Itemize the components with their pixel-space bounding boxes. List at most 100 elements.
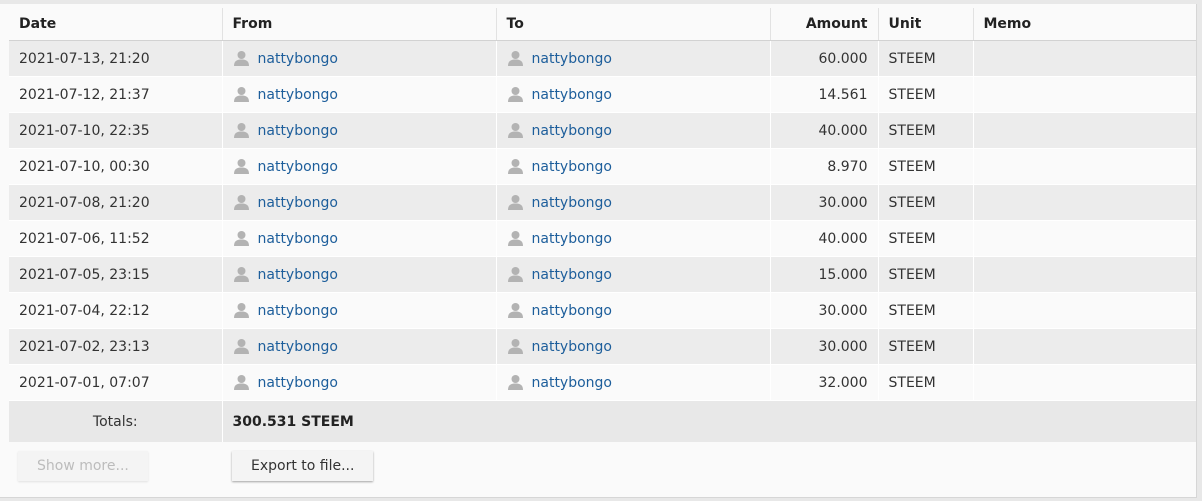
amount-text: 32.000	[818, 374, 868, 391]
cell-date: 2021-07-02, 23:13	[9, 328, 223, 365]
unit-text: STEEM	[888, 338, 936, 355]
to-user-link[interactable]: nattybongo	[532, 375, 613, 391]
cell-date: 2021-07-10, 22:35	[9, 112, 223, 149]
to-user: nattybongo	[507, 266, 760, 283]
from-user-link[interactable]: nattybongo	[258, 195, 339, 211]
column-header-date[interactable]: Date	[9, 8, 223, 41]
cell-from: nattybongo	[222, 256, 497, 293]
cell-from: nattybongo	[222, 328, 497, 365]
table-row: 2021-07-10, 22:35 nattybongo nattybongo …	[9, 112, 1196, 149]
from-user-link[interactable]: nattybongo	[258, 339, 339, 355]
unit-text: STEEM	[888, 194, 936, 211]
user-silhouette-icon	[507, 375, 523, 390]
cell-memo	[973, 364, 1196, 401]
from-user-link[interactable]: nattybongo	[258, 303, 339, 319]
to-user-link[interactable]: nattybongo	[532, 195, 613, 211]
cell-from: nattybongo	[222, 220, 497, 257]
user-silhouette-icon	[507, 51, 523, 66]
cell-unit: STEEM	[878, 184, 974, 221]
from-user-link[interactable]: nattybongo	[258, 267, 339, 283]
from-user: nattybongo	[233, 122, 486, 139]
unit-text: STEEM	[888, 374, 936, 391]
column-header-from[interactable]: From	[222, 8, 497, 41]
user-icon	[233, 230, 250, 247]
cell-unit: STEEM	[878, 292, 974, 329]
from-user: nattybongo	[233, 230, 486, 247]
actions-left-cell: Show more...	[9, 442, 222, 490]
from-user: nattybongo	[233, 50, 486, 67]
to-user-link[interactable]: nattybongo	[532, 123, 613, 139]
date-text: 2021-07-10, 00:30	[19, 158, 150, 175]
cell-from: nattybongo	[222, 40, 497, 77]
user-silhouette-icon	[507, 159, 523, 174]
cell-unit: STEEM	[878, 256, 974, 293]
from-user-link[interactable]: nattybongo	[258, 375, 339, 391]
from-user-link[interactable]: nattybongo	[258, 123, 339, 139]
unit-text: STEEM	[888, 230, 936, 247]
from-user: nattybongo	[233, 302, 486, 319]
column-header-amount[interactable]: Amount	[770, 8, 879, 41]
cell-from: nattybongo	[222, 76, 497, 113]
to-user-link[interactable]: nattybongo	[532, 303, 613, 319]
from-user-link[interactable]: nattybongo	[258, 159, 339, 175]
column-header-unit[interactable]: Unit	[878, 8, 974, 41]
unit-text: STEEM	[888, 122, 936, 139]
cell-amount: 30.000	[770, 292, 879, 329]
show-more-button: Show more...	[18, 451, 148, 481]
from-user-link[interactable]: nattybongo	[258, 51, 339, 67]
cell-date: 2021-07-10, 00:30	[9, 148, 223, 185]
user-silhouette-icon	[233, 123, 249, 138]
user-silhouette-icon	[233, 195, 249, 210]
user-icon	[507, 122, 524, 139]
unit-text: STEEM	[888, 302, 936, 319]
from-user-link[interactable]: nattybongo	[258, 231, 339, 247]
amount-text: 14.561	[818, 86, 868, 103]
cell-memo	[973, 148, 1196, 185]
cell-to: nattybongo	[496, 40, 771, 77]
cell-from: nattybongo	[222, 364, 497, 401]
amount-text: 40.000	[818, 230, 868, 247]
to-user-link[interactable]: nattybongo	[532, 51, 613, 67]
user-silhouette-icon	[233, 231, 249, 246]
date-text: 2021-07-02, 23:13	[19, 338, 150, 355]
user-icon	[507, 266, 524, 283]
cell-amount: 40.000	[770, 220, 879, 257]
to-user-link[interactable]: nattybongo	[532, 267, 613, 283]
user-silhouette-icon	[233, 339, 249, 354]
to-user-link[interactable]: nattybongo	[532, 87, 613, 103]
from-user-link[interactable]: nattybongo	[258, 87, 339, 103]
user-icon	[507, 374, 524, 391]
amount-text: 15.000	[818, 266, 868, 283]
amount-text: 40.000	[818, 122, 868, 139]
cell-memo	[973, 220, 1196, 257]
cell-to: nattybongo	[496, 292, 771, 329]
cell-to: nattybongo	[496, 364, 771, 401]
column-header-memo[interactable]: Memo	[973, 8, 1196, 41]
cell-from: nattybongo	[222, 148, 497, 185]
to-user-link[interactable]: nattybongo	[532, 231, 613, 247]
amount-text: 30.000	[818, 338, 868, 355]
cell-memo	[973, 256, 1196, 293]
cell-date: 2021-07-08, 21:20	[9, 184, 223, 221]
table-row: 2021-07-12, 21:37 nattybongo nattybongo …	[9, 76, 1196, 113]
cell-amount: 30.000	[770, 328, 879, 365]
table-row: 2021-07-13, 21:20 nattybongo nattybongo …	[9, 40, 1196, 77]
cell-memo	[973, 328, 1196, 365]
user-icon	[233, 266, 250, 283]
amount-text: 30.000	[818, 302, 868, 319]
user-silhouette-icon	[233, 375, 249, 390]
export-to-file-button[interactable]: Export to file...	[232, 451, 374, 481]
user-icon	[233, 50, 250, 67]
to-user: nattybongo	[507, 122, 760, 139]
table-row: 2021-07-05, 23:15 nattybongo nattybongo …	[9, 256, 1196, 293]
to-user: nattybongo	[507, 194, 760, 211]
to-user-link[interactable]: nattybongo	[532, 339, 613, 355]
cell-date: 2021-07-06, 11:52	[9, 220, 223, 257]
column-header-to[interactable]: To	[496, 8, 771, 41]
actions-row: Show more... Export to file...	[9, 442, 1196, 490]
amount-text: 30.000	[818, 194, 868, 211]
totals-row: Totals: 300.531 STEEM	[9, 400, 1196, 442]
table-row: 2021-07-08, 21:20 nattybongo nattybongo …	[9, 184, 1196, 221]
to-user-link[interactable]: nattybongo	[532, 159, 613, 175]
user-silhouette-icon	[507, 87, 523, 102]
